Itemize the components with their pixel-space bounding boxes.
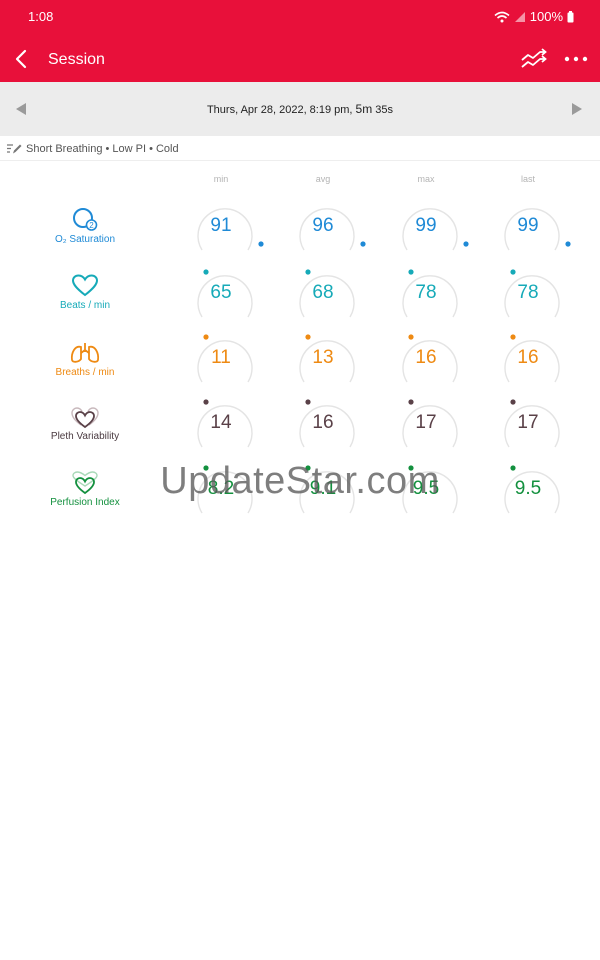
trend-chart-button[interactable] [520, 48, 548, 70]
status-bar: 1:08 100% [0, 0, 600, 36]
metric-value: 96 [312, 215, 334, 236]
heart-icon [71, 274, 99, 297]
session-tags-row[interactable]: Short Breathing • Low PI • Cold [0, 136, 600, 161]
gauge-last: 17 [498, 395, 570, 455]
session-tags: Short Breathing • Low PI • Cold [26, 143, 179, 155]
metric-label: Breaths / min [55, 367, 115, 378]
app-bar: Session [0, 36, 600, 82]
metric-label: O₂ Saturation [54, 234, 116, 245]
session-duration-minutes: 5m [355, 102, 373, 116]
session-date-bar: Thurs, Apr 28, 2022, 8:19 pm, 5m 35s [0, 82, 600, 136]
metric-value: 65 [210, 282, 232, 303]
trend-icon [521, 48, 547, 68]
gauge-avg: 16 [293, 395, 365, 455]
next-session-button[interactable] [570, 102, 584, 116]
gauge-max: 99 [396, 198, 469, 258]
gauge-last: 99 [498, 198, 571, 258]
column-header-min: min [213, 174, 229, 184]
metric-value: 17 [517, 412, 539, 433]
metric-value: 99 [517, 215, 539, 236]
metric-value: 16 [517, 347, 539, 368]
gauge-max: 78 [396, 265, 468, 325]
column-header-avg: avg [315, 174, 331, 184]
metric-label: Beats / min [59, 300, 111, 311]
metric-value: 68 [312, 282, 334, 303]
column-header-max: max [417, 174, 435, 184]
metric-value: 78 [415, 282, 437, 303]
gauge-min: 91 [191, 198, 264, 258]
wifi-icon [494, 11, 510, 23]
gauge-avg: 13 [293, 330, 365, 390]
gauge-last: 16 [498, 330, 570, 390]
metric-value: 99 [415, 215, 437, 236]
gauge-min: 11 [191, 330, 263, 390]
triangle-right-icon [572, 103, 582, 115]
metric-value: 17 [415, 412, 437, 433]
gauge-max: 17 [396, 395, 468, 455]
o2-icon: 2 [73, 208, 98, 231]
status-icons: 100% [494, 9, 574, 24]
more-icon [564, 56, 588, 62]
watermark: UpdateStar.com [160, 460, 440, 502]
lungs-icon [70, 343, 100, 363]
metric-value: 78 [517, 282, 539, 303]
svg-text:2: 2 [89, 221, 94, 230]
status-time: 1:08 [28, 9, 54, 24]
metric-value: 14 [210, 412, 232, 433]
metric-label-o2-saturation[interactable]: 2 O₂ Saturation [30, 206, 140, 245]
metric-label-pleth-variability[interactable]: Pleth Variability [30, 405, 140, 442]
gauge-avg: 68 [293, 265, 365, 325]
metric-value: 91 [210, 215, 232, 236]
pleth-variability-icon [71, 407, 99, 429]
metric-label-beats-per-min[interactable]: Beats / min [30, 274, 140, 311]
session-date: Thurs, Apr 28, 2022, 8:19 pm, 5m 35s [0, 102, 600, 116]
back-arrow-icon [15, 49, 27, 69]
metric-value: 16 [312, 412, 334, 433]
session-datetime: Thurs, Apr 28, 2022, 8:19 pm, [206, 104, 353, 116]
more-options-button[interactable] [562, 48, 590, 70]
battery-level: 100% [529, 9, 563, 24]
session-duration-seconds: 35s [375, 104, 394, 116]
battery-icon [567, 10, 574, 23]
gauge-min: 65 [191, 265, 263, 325]
gauge-avg: 96 [293, 198, 366, 258]
signal-icon [514, 11, 526, 23]
metric-label: Pleth Variability [50, 431, 120, 442]
gauge-last: 78 [498, 265, 570, 325]
page-title: Session [48, 51, 105, 68]
column-header-last: last [520, 174, 535, 184]
back-button[interactable] [10, 46, 36, 72]
metric-value: 11 [211, 347, 231, 368]
edit-tags-icon [6, 142, 22, 156]
metric-label-breaths-per-min[interactable]: Breaths / min [30, 341, 140, 378]
metric-value: 16 [415, 347, 437, 368]
metric-value: 13 [312, 347, 334, 368]
gauge-min: 14 [191, 395, 263, 455]
gauge-max: 16 [396, 330, 468, 390]
